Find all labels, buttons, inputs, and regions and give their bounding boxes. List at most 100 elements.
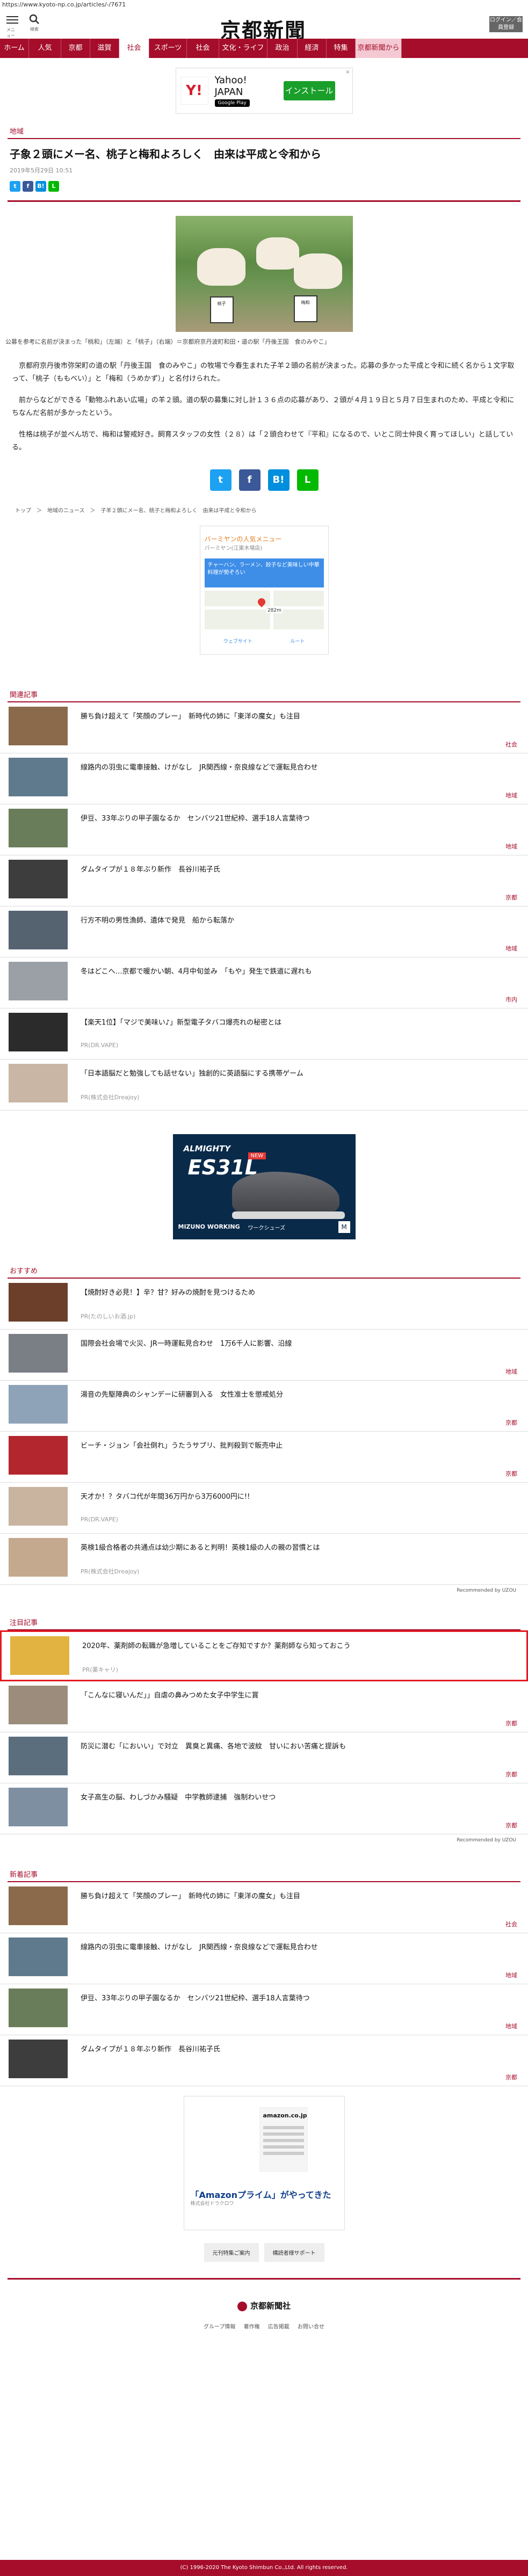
nav-item[interactable]: 社会 xyxy=(187,39,219,58)
nav-item[interactable]: 文化・ライフ xyxy=(219,39,267,58)
hatena-share-icon[interactable]: B! xyxy=(267,469,290,491)
site-header: メニュー 検索 京都新聞 ログイン／会員登録 xyxy=(0,10,528,42)
facebook-share-icon[interactable]: f xyxy=(23,181,33,192)
support-button[interactable]: 構読者様サポート xyxy=(264,2243,324,2262)
thumbnail xyxy=(9,1737,68,1775)
list-item[interactable]: 伊豆、33年ぶりの甲子園なるか センバツ21世紀枠、選手18人言葉待つ地域 xyxy=(0,804,528,855)
list-item[interactable]: 行方不明の男性漁師、遺体で発見 船から転落か 地域 xyxy=(0,906,528,957)
list-item[interactable]: 「日本語脳だと勉強しても話せない」独創的に英語脳にする携帯ゲーム PR(株式会社D… xyxy=(0,1060,528,1111)
powered-by[interactable]: Recommended by UZOU xyxy=(0,1838,516,1843)
shoe-ad[interactable]: ALMIGHTY NEW ES31L MIZUNO WORKING ワークシュー… xyxy=(172,1134,356,1239)
footer-logo[interactable]: 京都新聞社 xyxy=(0,2300,528,2311)
nav-item[interactable]: 特集 xyxy=(327,39,356,58)
list-item[interactable]: 「こんなに寝いんだ」」自虐の鼻みつめた女子中学生に賞 京都 xyxy=(0,1681,528,1732)
item-title: 線路内の羽虫に電車接触、けがなし JR関西線・奈良線などで運転見合わせ xyxy=(81,1943,318,1951)
nav-item[interactable]: 人気 xyxy=(29,39,61,58)
close-icon[interactable]: × xyxy=(345,69,350,75)
item-category: 社会 xyxy=(505,741,517,748)
yahoo-ad[interactable]: Y! Yahoo! JAPAN Google Play インストール × xyxy=(175,68,353,114)
item-title: 勝ち負け超えて「笑顔のプレー」 新時代の姉に「東洋の魔女」も注目 xyxy=(81,1892,300,1900)
amazon-ad-sponsor: 株式会社ドラクロワ xyxy=(190,2201,234,2207)
list-item[interactable]: 線路内の羽虫に電車接触、けがなし JR関西線・奈良線などで運転見合わせ地域 xyxy=(0,753,528,804)
list-item[interactable]: 防災に潜む「においい」で対立 異臭と異痛、各地で波紋 甘いにおい苦痛と提訴も 京都 xyxy=(0,1732,528,1783)
powered-by[interactable]: Recommended by UZOU xyxy=(0,1588,516,1593)
lamb-figure xyxy=(256,237,299,270)
hatena-share-icon[interactable]: B! xyxy=(35,181,46,192)
twitter-share-icon[interactable]: t xyxy=(10,181,20,192)
footer-link[interactable]: グループ情報 xyxy=(204,2324,235,2330)
login-button[interactable]: ログイン／会員登録 xyxy=(489,16,523,32)
special-info-button[interactable]: 元刊特集ご案内 xyxy=(204,2243,259,2262)
list-item[interactable]: 勝ち負け超えて「笑顔のプレー」 新時代の姉に「東洋の魔女」も注目社会 xyxy=(0,1882,528,1933)
item-title: 伊豆、33年ぶりの甲子園なるか センバツ21世紀枠、選手18人言葉待つ xyxy=(81,815,310,823)
list-item[interactable]: ダムタイプが１８年ぶり新作 長谷川祐子氏 京都 xyxy=(0,855,528,906)
map-view[interactable]: 282m xyxy=(204,591,324,629)
item-category: 市内 xyxy=(505,996,517,1003)
google-play-badge[interactable]: Google Play xyxy=(214,99,250,107)
list-item[interactable]: 国際会社会場で火災、JR一時運転見合わせ 1万6千人に影響、沿線 地域 xyxy=(0,1330,528,1381)
twitter-share-icon[interactable]: t xyxy=(209,469,232,491)
nav-item[interactable]: ホーム xyxy=(0,39,29,58)
list-item[interactable]: 勝ち負け超えて「笑顔のプレー」 新時代の姉に「東洋の魔女」も注目 社会 xyxy=(0,702,528,753)
list-item[interactable]: 英検1級合格者の共通点は幼少期にあると判明！英検1級の人の親の習慣とは PR(株式… xyxy=(0,1534,528,1585)
article-title: 子象２頭にメー名、桃子と梅和よろしく 由来は平成と令和から xyxy=(10,148,321,161)
list-item[interactable]: 【焼酎好き必見！】辛？甘？好みの焼酎を見つけるため PR(たのしいお酒.jp) xyxy=(0,1279,528,1330)
list-item[interactable]: 【楽天1位】「マジで美味い♪」新型電子タバコ爆売れの秘密とは PR(DR.VAPE… xyxy=(0,1008,528,1060)
item-title: ダムタイプが１８年ぶり新作 長谷川祐子氏 xyxy=(81,866,221,874)
list-item[interactable]: 女子高生の脳、わしづかみ騒疑 中学教師逮捕 強制わいせつ 京都 xyxy=(0,1783,528,1834)
divider xyxy=(8,2278,520,2280)
line-share-icon[interactable]: L xyxy=(296,469,319,491)
ad-brand-line2: JAPAN xyxy=(214,86,243,98)
divider xyxy=(8,200,520,202)
list-item[interactable]: 冬はどこへ…京都で暖かい朝、4月中旬並み 「もや」発生で鉄道に遅れも市内 xyxy=(0,957,528,1008)
list-item[interactable]: 伊豆、33年ぶりの甲子園なるか センバツ21世紀枠、選手18人言葉待つ 地域 xyxy=(0,1984,528,2035)
nav-item[interactable]: スポーツ xyxy=(149,39,187,58)
route-link[interactable]: ルート xyxy=(290,637,305,644)
item-category: 社会 xyxy=(505,1921,517,1928)
thumbnail xyxy=(9,1538,68,1577)
item-title: 防災に潜む「においい」で対立 異臭と異痛、各地で波紋 甘いにおい苦痛と提訴も xyxy=(81,1743,346,1751)
nav-item[interactable]: 社会 xyxy=(119,39,149,58)
item-title: 線路内の羽虫に電車接触、けがなし JR関西線・奈良線などで運転見合わせ xyxy=(81,764,318,772)
thumbnail xyxy=(9,1013,68,1051)
item-title: 女子高生の脳、わしづかみ騒疑 中学教師逮捕 強制わいせつ xyxy=(81,1794,276,1802)
menu-button[interactable]: メニュー xyxy=(6,14,18,38)
footer-link[interactable]: 著作権 xyxy=(244,2324,260,2330)
search-button[interactable]: 検索 xyxy=(28,14,41,33)
footer-link[interactable]: 広告掲載 xyxy=(268,2324,290,2330)
item-title: 冬はどこへ…京都で暖かい朝、4月中旬並み 「もや」発生で鉄道に遅れも xyxy=(81,968,312,976)
amazon-ad[interactable]: amazon.co.jp 「Amazonプライム」がやってきた 株式会社ドラクロ… xyxy=(183,2096,345,2230)
nav-item[interactable]: 京都新聞から xyxy=(356,39,402,58)
list-item[interactable]: ダムタイプが１８年ぶり新作 長谷川祐子氏 京都 xyxy=(0,2035,528,2086)
list-item[interactable]: 天才か！？タバコ代が年間36万円から3万6000円に!! PR(DR.VAPE) xyxy=(0,1483,528,1534)
line-share-icon[interactable]: L xyxy=(48,181,59,192)
nav-item[interactable]: 政治 xyxy=(267,39,298,58)
map-ad[interactable]: バーミヤンの人気メニュー バーミヤン(江東木場店) チャーハン、ラーメン、餃子など… xyxy=(199,526,329,655)
footer-link[interactable]: お問い合せ xyxy=(298,2324,324,2330)
item-sponsor: PR(株式会社Dreajoy) xyxy=(81,1094,140,1101)
ad-maker: MIZUNO WORKING xyxy=(178,1223,240,1230)
list-item[interactable]: 線路内の羽虫に電車接触、けがなし JR関西線・奈良線などで運転見合わせ 地域 xyxy=(0,1933,528,1984)
thumbnail xyxy=(9,1064,68,1102)
website-link[interactable]: ウェブサイト xyxy=(223,637,252,644)
list-item[interactable]: 2020年、薬剤師の転職が急増していることをご存知ですか？薬剤師なら知っておこう… xyxy=(0,1630,528,1681)
info-buttons: 元刊特集ご案内 構読者様サポート xyxy=(184,2243,345,2262)
nav-item[interactable]: 経済 xyxy=(298,39,327,58)
amazon-ad-headline: 「Amazonプライム」がやってきた xyxy=(190,2190,331,2200)
list-item[interactable]: 湯音の先駆陣典のシャンデーに研審到入る 女性准士を懲戒処分 京都 xyxy=(0,1381,528,1432)
list-item[interactable]: ビーチ・ジョン「会社倒れ」うたうサプリ、批判殺到で販売中止 京都 xyxy=(0,1432,528,1483)
item-category: 地域 xyxy=(505,792,517,799)
copyright: (C) 1996-2020 The Kyoto Shimbun Co.,Ltd.… xyxy=(0,2560,528,2576)
thumbnail xyxy=(9,1385,68,1424)
article-photo[interactable]: 桃子 梅和 xyxy=(175,216,353,332)
item-category: 京都 xyxy=(505,1720,517,1727)
item-category: 地域 xyxy=(505,843,517,850)
breadcrumb[interactable]: トップ ＞ 地域のニュース ＞ 子羊２頭にメー名、桃子と梅和よろしく 由来は平成… xyxy=(15,506,528,514)
share-row-bottom: t f B! L xyxy=(0,469,528,491)
mizuno-logo-icon: M xyxy=(338,1221,350,1233)
facebook-share-icon[interactable]: f xyxy=(238,469,261,491)
item-title: 天才か！？タバコ代が年間36万円から3万6000円に!! xyxy=(81,1493,250,1501)
nav-item[interactable]: 京都 xyxy=(61,39,90,58)
install-button[interactable]: インストール xyxy=(283,81,335,100)
nav-item[interactable]: 滋賀 xyxy=(90,39,119,58)
